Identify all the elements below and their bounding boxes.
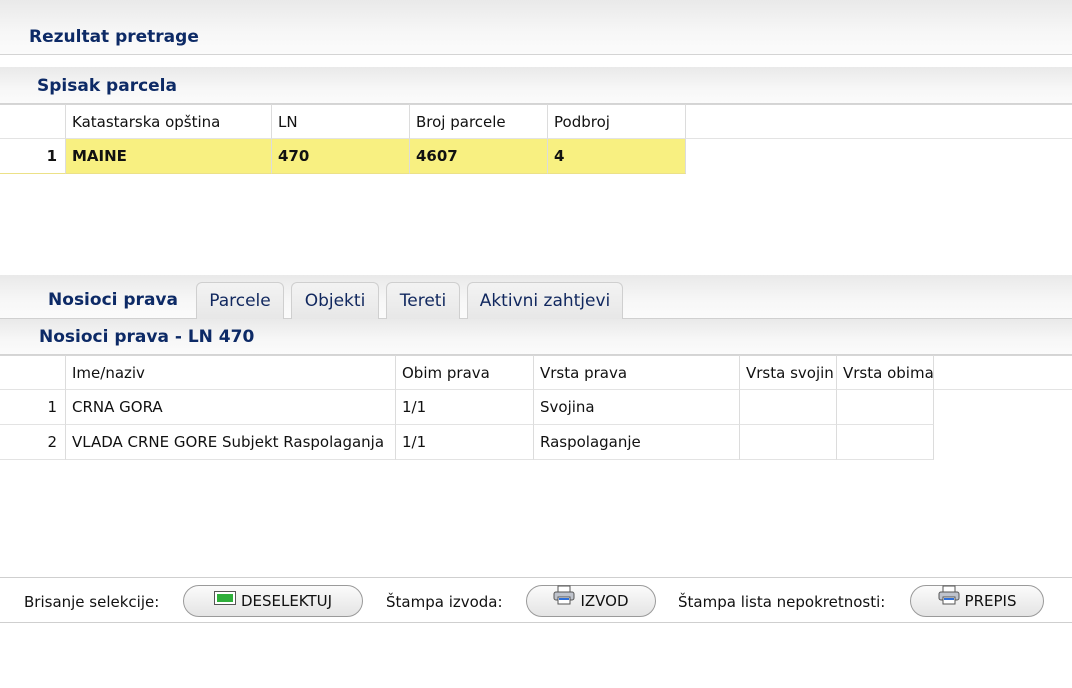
page-title: Rezultat pretrage xyxy=(29,27,199,47)
printer-icon xyxy=(938,585,960,615)
izvod-button[interactable]: IZVOD xyxy=(526,585,656,617)
tab-nosioci-prava[interactable]: Nosioci prava xyxy=(38,282,188,319)
table-row[interactable]: 1 CRNA GORA 1/1 Svojina xyxy=(0,390,934,425)
parcels-section-title: Spisak parcela xyxy=(37,76,177,96)
owner-vrsta[interactable]: Svojina xyxy=(534,390,740,425)
row-number: 2 xyxy=(0,425,66,460)
prepis-button[interactable]: PREPIS xyxy=(910,585,1044,617)
parcels-col-filler xyxy=(686,104,1072,139)
parcel-opstina[interactable]: MAINE xyxy=(66,139,272,174)
parcels-col-broj[interactable]: Broj parcele xyxy=(410,104,548,139)
owners-col-obim[interactable]: Obim prava xyxy=(396,355,534,390)
parcels-col-index xyxy=(0,104,66,139)
owner-obim[interactable]: 1/1 xyxy=(396,425,534,460)
owner-vrsta-svojine[interactable] xyxy=(740,390,837,425)
owner-vrsta-obima[interactable] xyxy=(837,425,934,460)
owners-section-title: Nosioci prava - LN 470 xyxy=(39,327,255,347)
owner-name[interactable]: CRNA GORA xyxy=(66,390,396,425)
parcels-col-podbroj[interactable]: Podbroj xyxy=(548,104,686,139)
printer-icon xyxy=(553,585,575,615)
deselect-button[interactable]: DESELEKTUJ xyxy=(183,585,363,617)
table-row[interactable]: 2 VLADA CRNE GORE Subjekt Raspolaganja 1… xyxy=(0,425,934,460)
row-number: 1 xyxy=(0,139,66,174)
owners-col-ime[interactable]: Ime/naziv xyxy=(66,355,396,390)
owners-col-filler xyxy=(934,355,1072,390)
parcel-broj[interactable]: 4607 xyxy=(410,139,548,174)
deselect-button-label: DESELEKTUJ xyxy=(240,592,333,610)
row-number: 1 xyxy=(0,390,66,425)
tab-parcele[interactable]: Parcele xyxy=(196,282,284,319)
owners-col-vrsta[interactable]: Vrsta prava xyxy=(534,355,740,390)
parcel-podbroj[interactable]: 4 xyxy=(548,139,686,174)
tab-aktivni-zahtjevi[interactable]: Aktivni zahtjevi xyxy=(467,282,623,319)
prepis-button-label: PREPIS xyxy=(964,592,1017,610)
action-toolbar: Brisanje selekcije: DESELEKTUJ Štampa iz… xyxy=(0,577,1072,623)
owner-vrsta-obima[interactable] xyxy=(837,390,934,425)
parcels-col-ln[interactable]: LN xyxy=(272,104,410,139)
parcels-col-opstina[interactable]: Katastarska opština xyxy=(66,104,272,139)
copy-label: Štampa lista nepokretnosti: xyxy=(678,593,886,611)
owner-name[interactable]: VLADA CRNE GORE Subjekt Raspolaganja xyxy=(66,425,396,460)
table-row[interactable]: 1 MAINE 470 4607 4 xyxy=(0,139,686,174)
tab-tereti[interactable]: Tereti xyxy=(386,282,460,319)
owners-col-vrsta-obima[interactable]: Vrsta obima xyxy=(837,355,934,390)
deselect-label: Brisanje selekcije: xyxy=(24,593,160,611)
owners-header-row: Ime/naziv Obim prava Vrsta prava Vrsta s… xyxy=(0,355,1072,390)
tab-objekti[interactable]: Objekti xyxy=(291,282,379,319)
owner-vrsta[interactable]: Raspolaganje xyxy=(534,425,740,460)
izvod-button-label: IZVOD xyxy=(580,592,629,610)
parcel-ln[interactable]: 470 xyxy=(272,139,410,174)
owner-vrsta-svojine[interactable] xyxy=(740,425,837,460)
owners-col-vrsta-svojine[interactable]: Vrsta svojin xyxy=(740,355,837,390)
print-label: Štampa izvoda: xyxy=(386,593,503,611)
owners-col-index xyxy=(0,355,66,390)
owner-obim[interactable]: 1/1 xyxy=(396,390,534,425)
parcels-header-row: Katastarska opština LN Broj parcele Podb… xyxy=(0,104,1072,139)
green-bar-icon xyxy=(213,585,236,615)
